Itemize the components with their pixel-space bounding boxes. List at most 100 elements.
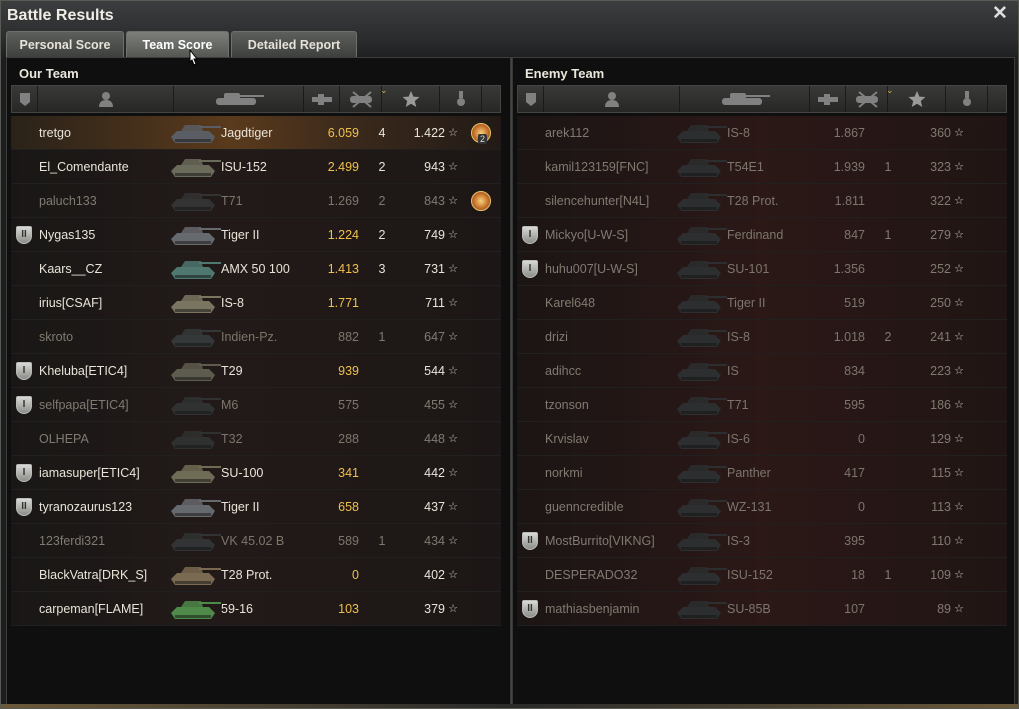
vehicle-thumbnail: [677, 260, 727, 279]
vehicle-name: T29: [221, 363, 243, 378]
vehicle-thumbnail: [677, 566, 727, 585]
column-header-vehicle[interactable]: [680, 86, 810, 112]
player-row[interactable]: drizi IS-8 1.018 2 241 ☆: [517, 320, 1007, 354]
tab-team-score[interactable]: Team Score: [126, 31, 229, 57]
vehicle-thumbnail: [677, 498, 727, 517]
vehicle-thumbnail-cell: [171, 116, 221, 150]
column-header-badge[interactable]: [12, 86, 38, 112]
player-row[interactable]: norkmi Panther 417 115 ☆: [517, 456, 1007, 490]
player-row[interactable]: Ihuhu007[U-W-S] SU-101 1.356 252 ☆: [517, 252, 1007, 286]
xp-value: 252: [930, 261, 951, 276]
star-icon: ☆: [954, 297, 964, 309]
column-header-vehicle[interactable]: [174, 86, 304, 112]
damage-value: 0: [858, 431, 865, 446]
column-header-damage[interactable]: [304, 86, 340, 112]
star-icon: ☆: [448, 331, 458, 343]
star-icon: ☆: [448, 195, 458, 207]
star-icon: ☆: [448, 603, 458, 615]
medal-icon[interactable]: [471, 190, 491, 211]
player-row[interactable]: DESPERADO32 ISU-152 18 1 109 ☆: [517, 558, 1007, 592]
player-row[interactable]: II mathiasbenjamin SU-85B 107 89 ☆: [517, 592, 1007, 626]
vehicle-thumbnail-cell: [171, 524, 221, 558]
player-row[interactable]: kamil123159[FNC] T54E1 1.939 1 323 ☆: [517, 150, 1007, 184]
team-score-content: Our Team ⌄ tretgo Jagdtiger 6.059 4 1.422 ☆ 2 E…: [6, 57, 1015, 707]
player-row[interactable]: I Kheluba[ETIC4] T29 939 544 ☆: [11, 354, 501, 388]
xp-value: 323: [930, 159, 951, 174]
star-icon: ☆: [448, 569, 458, 581]
medal-icon[interactable]: 2: [471, 122, 491, 144]
column-header-damage[interactable]: [810, 86, 846, 112]
player-row[interactable]: II Nygas135 Tiger II 1.224 2 749 ☆: [11, 218, 501, 252]
vehicle-thumbnail-cell: [677, 422, 727, 456]
vehicle-thumbnail: [171, 328, 221, 347]
vehicle-thumbnail-cell: [171, 456, 221, 490]
column-header-xp-star[interactable]: ⌄: [380, 85, 440, 112]
tab-personal-score[interactable]: Personal Score: [6, 31, 124, 57]
player-row[interactable]: II tyranozaurus123 Tiger II 658 437 ☆: [11, 490, 501, 524]
vehicle-thumbnail: [677, 532, 727, 551]
player-row[interactable]: OLHEPA T32 288 448 ☆: [11, 422, 501, 456]
player-row[interactable]: skroto Indien-Pz. 882 1 647 ☆: [11, 320, 501, 354]
kills-value: 1: [378, 329, 386, 344]
player-row[interactable]: carpeman[FLAME] 59-16 103 379 ☆: [11, 592, 501, 626]
xp-value: 943: [424, 159, 445, 174]
player-row[interactable]: Iselfpapa[ETIC4] M6 575 455 ☆: [11, 388, 501, 422]
column-header-player[interactable]: [544, 86, 680, 112]
achievement-icon: [456, 91, 465, 106]
column-header-player[interactable]: [38, 86, 174, 112]
close-icon[interactable]: ✕: [990, 4, 1010, 24]
damage-value: 288: [338, 431, 359, 446]
column-header-kills[interactable]: [846, 86, 888, 112]
star-icon: ☆: [954, 365, 964, 377]
player-row[interactable]: guenncredible WZ-131 0 113 ☆: [517, 490, 1007, 524]
badge-icon: [525, 93, 536, 106]
vehicle-thumbnail-cell: [677, 116, 727, 150]
player-row[interactable]: I Mickyo[U-W-S] Ferdinand 847 1 279 ☆: [517, 218, 1007, 252]
player-row[interactable]: BlackVatra[DRK_S] T28 Prot. 0 402 ☆: [11, 558, 501, 592]
player-row[interactable]: II MostBurrito[VIKNG] IS-3 395 110 ☆: [517, 524, 1007, 558]
player-row[interactable]: irius[CSAF] IS-8 1.771 711 ☆: [11, 286, 501, 320]
tab-detailed-report[interactable]: Detailed Report: [231, 31, 357, 57]
column-header-achievement[interactable]: [440, 86, 482, 112]
column-header-xp-star[interactable]: ⌄: [886, 85, 946, 112]
platoon-badge-icon: II: [522, 599, 538, 618]
player-row[interactable]: paluch133 T71 1.269 2 843 ☆: [11, 184, 501, 218]
platoon-badge-cell: I: [517, 259, 543, 278]
vehicle-name: T32: [221, 431, 243, 446]
player-row[interactable]: adihcc IS 834 223 ☆: [517, 354, 1007, 388]
vehicle-thumbnail: [677, 430, 727, 449]
player-icon: [604, 92, 619, 107]
xp-value: 115: [931, 465, 951, 480]
platoon-badge-icon: I: [16, 463, 32, 482]
player-row[interactable]: Krvislav IS-6 0 129 ☆: [517, 422, 1007, 456]
player-name: 123ferdi321: [39, 533, 106, 548]
player-row[interactable]: tzonson T71 595 186 ☆: [517, 388, 1007, 422]
vehicle-thumbnail-cell: [171, 354, 221, 388]
player-row[interactable]: Karel648 Tiger II 519 250 ☆: [517, 286, 1007, 320]
damage-value: 589: [338, 533, 359, 548]
player-row[interactable]: El_Comendante ISU-152 2.499 2 943 ☆: [11, 150, 501, 184]
player-row[interactable]: tretgo Jagdtiger 6.059 4 1.422 ☆ 2: [11, 116, 501, 150]
player-row[interactable]: 123ferdi321 VK 45.02 B 589 1 434 ☆: [11, 524, 501, 558]
vehicle-thumbnail-cell: [677, 354, 727, 388]
vehicle-thumbnail-cell: [171, 490, 221, 524]
player-name: tretgo: [39, 125, 71, 140]
player-row[interactable]: silencehunter[N4L] T28 Prot. 1.811 322 ☆: [517, 184, 1007, 218]
vehicle-thumbnail: [171, 532, 221, 551]
column-header-achievement[interactable]: [946, 86, 988, 112]
star-icon: ☆: [448, 467, 458, 479]
enemy-team-panel: Enemy Team ⌄ arek112 IS-8 1.867 360 ☆ kamil12…: [515, 58, 1011, 706]
vehicle-thumbnail: [171, 260, 221, 279]
vehicle-thumbnail: [677, 226, 727, 245]
player-row[interactable]: Kaars__CZ AMX 50 100 1.413 3 731 ☆: [11, 252, 501, 286]
player-row[interactable]: arek112 IS-8 1.867 360 ☆: [517, 116, 1007, 150]
platoon-badge-cell: I: [11, 463, 37, 482]
vehicle-thumbnail-cell: [171, 558, 221, 592]
column-header-kills[interactable]: [340, 86, 382, 112]
vehicle-name: AMX 50 100: [221, 261, 290, 276]
vehicle-name: Ferdinand: [727, 227, 784, 242]
vehicle-name: T71: [221, 193, 243, 208]
xp-value: 186: [930, 397, 951, 412]
column-header-badge[interactable]: [518, 86, 544, 112]
player-row[interactable]: Iiamasuper[ETIC4] SU-100 341 442 ☆: [11, 456, 501, 490]
